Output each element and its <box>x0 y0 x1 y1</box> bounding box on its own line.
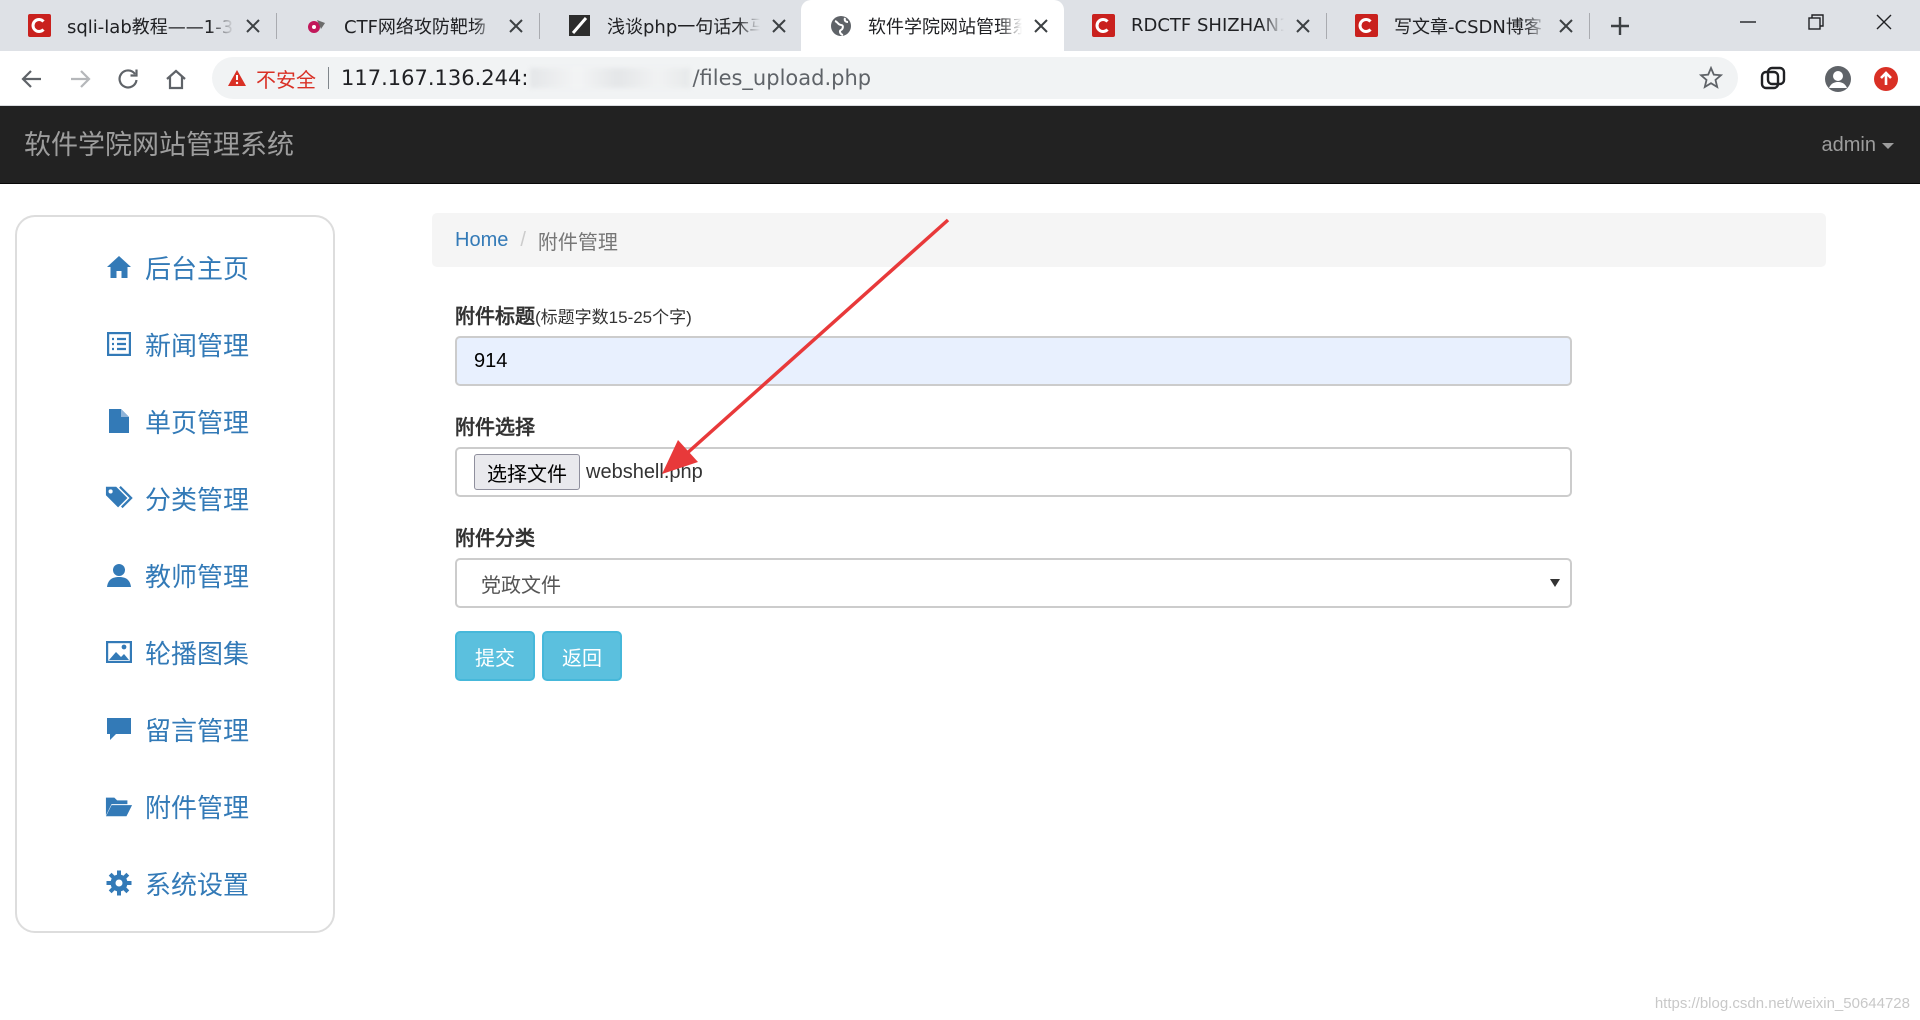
title-field-label: 附件标题(标题字数15-25个字) <box>455 300 692 329</box>
folder-open-icon <box>105 792 133 820</box>
back-button[interactable] <box>14 61 50 97</box>
title-hint: (标题字数15-25个字) <box>535 308 692 327</box>
reload-button[interactable] <box>110 61 146 97</box>
sidebar-item-categories[interactable]: 分类管理 <box>105 478 249 518</box>
sidebar-item-label: 系统设置 <box>145 869 250 900</box>
tab-title: 浅谈php一句话木马 <box>607 16 760 38</box>
breadcrumb-separator: / <box>520 228 526 251</box>
file-field-label: 附件选择 <box>455 417 535 439</box>
submit-button[interactable]: 提交 <box>455 631 535 681</box>
sidebar-item-news[interactable]: 新闻管理 <box>105 324 249 364</box>
back-button-form[interactable]: 返回 <box>542 631 622 681</box>
address-divider <box>328 67 329 89</box>
comment-icon <box>105 715 133 743</box>
extension-icon[interactable] <box>1755 61 1791 97</box>
home-button[interactable] <box>158 61 194 97</box>
tab-title: RDCTF SHIZHAN1_ <box>1131 15 1284 36</box>
picture-icon <box>105 638 133 666</box>
warning-icon[interactable] <box>226 67 248 89</box>
sidebar-item-attachments[interactable]: 附件管理 <box>105 786 249 826</box>
selected-file-name: webshell.php <box>586 460 703 483</box>
tab-title: CTF网络攻防靶场 <box>344 16 486 38</box>
breadcrumb: Home / 附件管理 <box>432 213 1826 267</box>
sidebar-item-teachers[interactable]: 教师管理 <box>105 555 249 595</box>
insecure-label[interactable]: 不安全 <box>256 64 316 93</box>
user-name: admin <box>1821 134 1876 156</box>
profile-avatar-icon[interactable] <box>1820 61 1856 97</box>
close-window-button[interactable] <box>1854 0 1914 44</box>
csdn-icon <box>28 14 51 37</box>
close-icon[interactable] <box>1030 15 1052 37</box>
sidebar-item-label: 单页管理 <box>145 407 250 438</box>
bookmark-star-icon[interactable] <box>1698 65 1724 91</box>
tab-title: 软件学院网站管理系统 <box>868 16 1022 38</box>
url-host: 117.167.136.244: <box>341 66 529 90</box>
address-bar[interactable]: 不安全 117.167.136.244: /files_upload.php <box>212 57 1738 99</box>
close-icon[interactable] <box>1555 15 1577 37</box>
restore-button[interactable] <box>1786 0 1846 44</box>
sidebar-item-messages[interactable]: 留言管理 <box>105 709 249 749</box>
file-icon <box>105 407 133 435</box>
close-icon[interactable] <box>1292 15 1314 37</box>
zhihu-icon <box>568 14 591 37</box>
caret-down-icon <box>1882 142 1894 149</box>
browser-tab[interactable]: RDCTF SHIZHAN1_ <box>1064 0 1326 51</box>
user-menu[interactable]: admin <box>1822 106 1894 184</box>
breadcrumb-current: 附件管理 <box>537 231 618 254</box>
browser-tab-active[interactable]: 软件学院网站管理系统 <box>801 0 1064 51</box>
close-icon[interactable] <box>768 15 790 37</box>
sidebar-item-label: 新闻管理 <box>145 330 250 361</box>
globe-icon <box>829 14 852 37</box>
close-icon[interactable] <box>505 15 527 37</box>
sidebar-item-label: 后台主页 <box>145 253 250 284</box>
browser-tab-strip: sqli-lab教程——1-3 CTF网络攻防靶场 浅谈php一句话木马 软件学… <box>0 0 1920 51</box>
sidebar: 后台主页 新闻管理 单页管理 分类管理 教师管理 轮播图集 留言管理 附件管理 … <box>15 215 335 933</box>
tab-title: sqli-lab教程——1-3 <box>67 16 234 38</box>
browser-tab[interactable]: CTF网络攻防靶场 <box>277 0 539 51</box>
browser-tab[interactable]: sqli-lab教程——1-3 <box>0 0 276 51</box>
tab-divider <box>1589 13 1590 39</box>
category-selected-value: 党政文件 <box>481 574 561 597</box>
forward-button[interactable] <box>62 61 98 97</box>
update-icon[interactable] <box>1868 61 1904 97</box>
sidebar-item-label: 附件管理 <box>145 792 250 823</box>
csdn-icon <box>1092 14 1115 37</box>
browser-toolbar: 不安全 117.167.136.244: /files_upload.php <box>0 51 1920 106</box>
sidebar-item-carousel[interactable]: 轮播图集 <box>105 632 249 672</box>
list-icon <box>105 330 133 358</box>
category-field-label: 附件分类 <box>455 528 535 550</box>
site-navbar: 软件学院网站管理系统 admin <box>0 106 1920 184</box>
sidebar-item-pages[interactable]: 单页管理 <box>105 401 249 441</box>
tab-title: 写文章-CSDN博客 <box>1394 16 1542 38</box>
browser-tab[interactable]: 写文章-CSDN博客 <box>1327 0 1589 51</box>
choose-file-button[interactable]: 选择文件 <box>474 454 580 490</box>
close-icon[interactable] <box>242 15 264 37</box>
sidebar-item-label: 教师管理 <box>145 561 250 592</box>
category-select[interactable]: 党政文件 <box>455 558 1572 608</box>
new-tab-button[interactable] <box>1604 10 1636 42</box>
attachment-title-input[interactable]: 914 <box>455 336 1572 386</box>
title-label-text: 附件标题 <box>455 306 535 328</box>
title-input-value: 914 <box>474 349 508 372</box>
tags-icon <box>105 484 133 512</box>
url-path: /files_upload.php <box>692 66 872 90</box>
breadcrumb-home-link[interactable]: Home <box>455 229 508 252</box>
home-icon <box>105 253 133 281</box>
minimize-button[interactable] <box>1718 0 1778 44</box>
sidebar-item-label: 轮播图集 <box>145 638 250 669</box>
file-input[interactable]: 选择文件 webshell.php <box>455 447 1572 497</box>
user-icon <box>105 561 133 589</box>
browser-tab[interactable]: 浅谈php一句话木马 <box>540 0 802 51</box>
sidebar-item-label: 分类管理 <box>145 484 250 515</box>
watermark: https://blog.csdn.net/weixin_50644728 <box>1654 995 1910 1012</box>
site-brand[interactable]: 软件学院网站管理系统 <box>24 106 294 184</box>
sidebar-item-dashboard[interactable]: 后台主页 <box>105 247 249 287</box>
sidebar-item-label: 留言管理 <box>145 715 250 746</box>
cog-icon <box>105 869 133 897</box>
sidebar-item-settings[interactable]: 系统设置 <box>105 863 249 903</box>
dropdown-arrow-icon <box>1550 579 1560 587</box>
csdn-icon <box>1355 14 1378 37</box>
url-redacted <box>530 68 691 88</box>
ctf-icon <box>305 14 328 37</box>
